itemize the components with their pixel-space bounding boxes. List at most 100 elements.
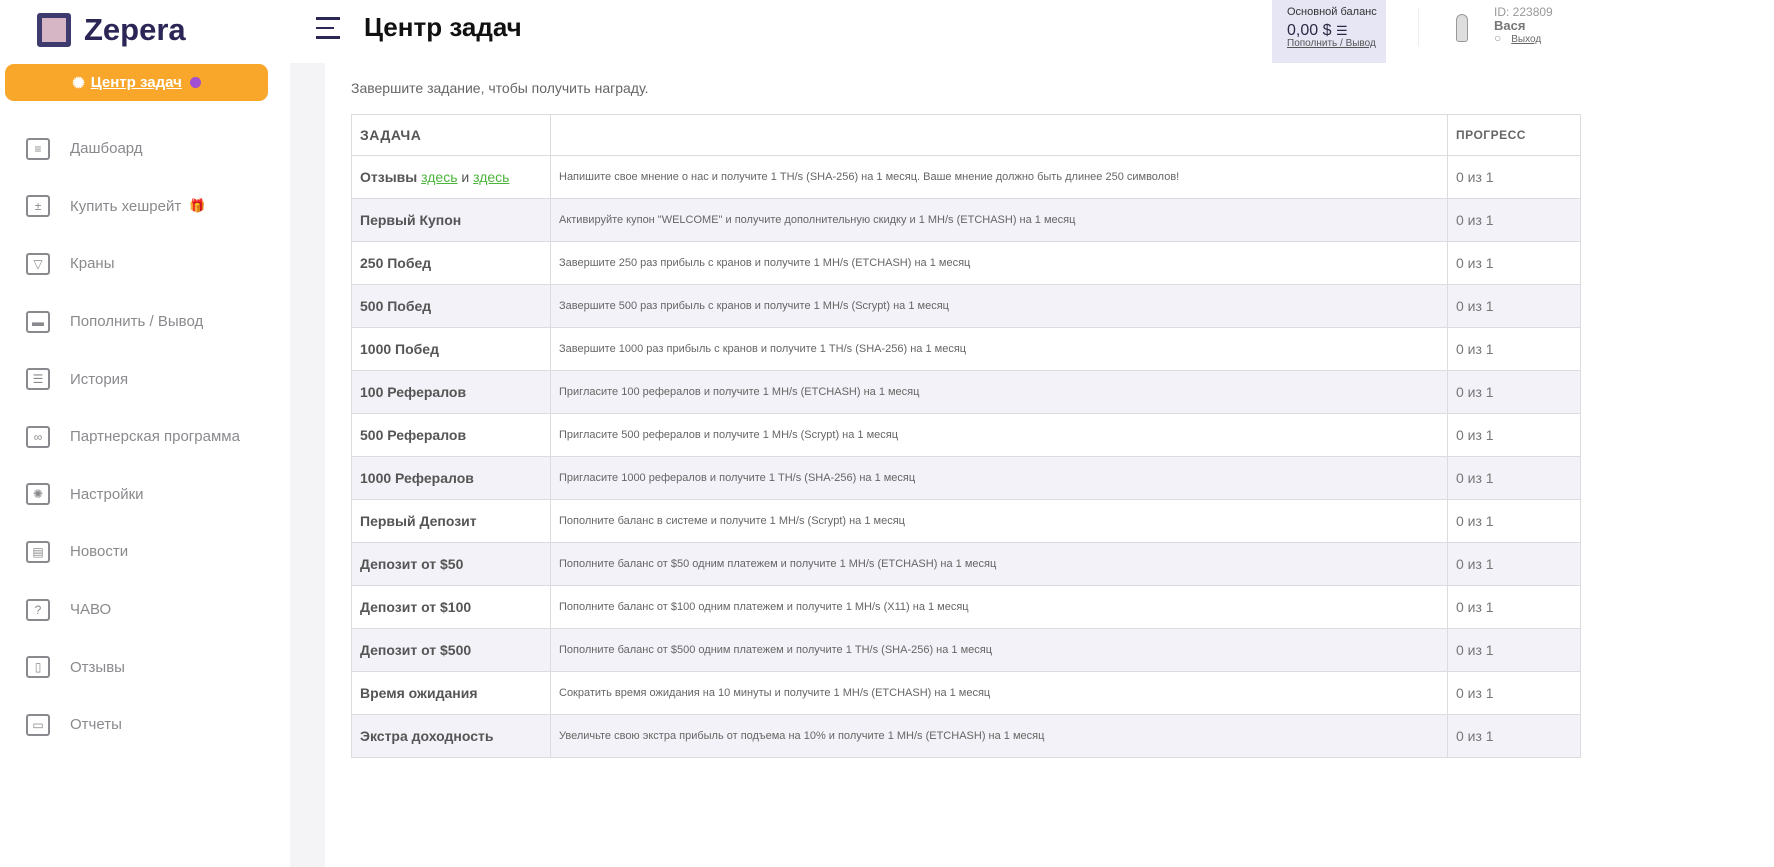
sidebar-item-label: Настройки	[70, 485, 144, 503]
task-progress: 0 из 1	[1447, 370, 1581, 414]
task-description: Завершите 500 раз прибыль с кранов и пол…	[550, 284, 1448, 328]
list-icon: ☰	[26, 368, 50, 391]
page-title: Центр задач	[364, 12, 522, 42]
logout-link[interactable]: Выход	[1511, 34, 1541, 45]
task-title: Время ожидания	[351, 671, 551, 715]
hint-text: Завершите задание, чтобы получить наград…	[351, 80, 649, 96]
review-link-1[interactable]: здесь	[421, 169, 457, 185]
avatar[interactable]	[1456, 14, 1468, 42]
sidebar-item-dashboard[interactable]: ≡ Дашбоард	[0, 120, 290, 178]
table-row: 500 Побед Завершите 500 раз прибыль с кра…	[351, 284, 1581, 328]
col-desc	[550, 114, 1448, 156]
funnel-icon: ▽	[26, 252, 50, 275]
task-progress: 0 из 1	[1447, 714, 1581, 758]
table-row: 250 Побед Завершите 250 раз прибыль с кра…	[351, 241, 1581, 285]
task-description: Пополните баланс от $50 одним платежем и…	[550, 542, 1448, 586]
balance-label: Основной баланс	[1287, 6, 1377, 18]
user-info: ID: 223809 Вася ○ Выход	[1494, 6, 1553, 46]
table-row: Первый Депозит Пополните баланс в системе…	[351, 499, 1581, 543]
monitor-icon: ▭	[26, 713, 50, 736]
sidebar-item-list[interactable]: ☰ История	[0, 350, 290, 408]
review-link-2[interactable]: здесь	[473, 169, 509, 185]
task-title: 100 Рефералов	[351, 370, 551, 414]
header: Центр задач Основной баланс 0,00 $ ☰ Поп…	[290, 0, 1774, 64]
sidebar-item-label: Краны	[70, 255, 115, 273]
sidebar-item-card[interactable]: ▬ Пополнить / Вывод	[0, 293, 290, 351]
task-title: 1000 Побед	[351, 327, 551, 371]
sidebar-item-label: Новости	[70, 543, 129, 561]
chip-logo-icon	[32, 5, 82, 55]
task-title: 500 Побед	[351, 284, 551, 328]
sidebar-item-label: Отзывы	[70, 658, 125, 676]
sidebar-item-label: Пополнить / Вывод	[70, 313, 204, 331]
task-title: Депозит от $500	[351, 628, 551, 672]
balance-amount: 0,00 $	[1287, 22, 1332, 39]
task-progress: 0 из 1	[1447, 241, 1581, 285]
task-center-label: Центр задач	[90, 74, 182, 91]
task-description: Сократить время ожидания на 10 минуты и …	[550, 671, 1448, 715]
table-row: Депозит от $500 Пополните баланс от $500 …	[351, 628, 1581, 672]
list-icon[interactable]: ☰	[1336, 23, 1348, 38]
task-progress: 0 из 1	[1447, 456, 1581, 500]
power-icon: ○	[1494, 31, 1502, 45]
task-title: Депозит от $100	[351, 585, 551, 629]
link-icon: ∞	[26, 425, 50, 448]
sidebar-item-link[interactable]: ∞ Партнерская программа	[0, 408, 290, 466]
task-progress: 0 из 1	[1447, 198, 1581, 242]
sidebar-nav: ≡ Дашбоард ± Купить хешрейт 🎁 ▽ Краны ▬ Пополнит…	[0, 120, 290, 754]
gift-icon: 🎁	[189, 198, 206, 214]
task-progress: 0 из 1	[1447, 671, 1581, 715]
task-progress: 0 из 1	[1447, 155, 1581, 199]
task-description: Пригласите 500 рефералов и получите 1 MH…	[550, 413, 1448, 457]
calculator-icon: ±	[26, 195, 50, 218]
task-description: Пригласите 100 рефералов и получите 1 MH…	[550, 370, 1448, 414]
task-progress: 0 из 1	[1447, 628, 1581, 672]
sidebar-item-question[interactable]: ? ЧАВО	[0, 581, 290, 639]
table-row: Депозит от $100 Пополните баланс от $100 …	[351, 585, 1581, 629]
col-progress: ПРОГРЕСС	[1447, 114, 1581, 156]
table-row: Первый Купон Активируйте купон "WELCOME" …	[351, 198, 1581, 242]
task-description: Активируйте купон "WELCOME" и получите д…	[550, 198, 1448, 242]
deposit-withdraw-link[interactable]: Пополнить / Вывод	[1287, 38, 1386, 49]
sidebar-item-monitor[interactable]: ▭ Отчеты	[0, 696, 290, 754]
task-title: Первый Депозит	[351, 499, 551, 543]
menu-icon[interactable]	[316, 17, 340, 46]
tasks-table: ЗАДАЧА ПРОГРЕСС Отзывы здесь и здесь Нап…	[351, 114, 1581, 758]
lightbulb-icon: ✺	[72, 74, 85, 92]
task-title: Депозит от $50	[351, 542, 551, 586]
task-progress: 0 из 1	[1447, 499, 1581, 543]
table-row: Экстра доходность Увеличьте свою экстра п…	[351, 714, 1581, 758]
sidebar-item-gear[interactable]: ✺ Настройки	[0, 466, 290, 524]
brand-name: Zepera	[84, 12, 186, 47]
sidebar: Zepera ✺ Центр задач ≡ Дашбоард ± Купить хе…	[0, 0, 290, 867]
task-title: 1000 Рефералов	[351, 456, 551, 500]
task-progress: 0 из 1	[1447, 284, 1581, 328]
sidebar-item-label: История	[70, 370, 129, 388]
sidebar-item-calculator[interactable]: ± Купить хешрейт 🎁	[0, 178, 290, 236]
task-title: 250 Побед	[351, 241, 551, 285]
sidebar-item-label: Отчеты	[70, 716, 122, 734]
table-row: Отзывы здесь и здесь Напишите свое мнени…	[351, 155, 1581, 199]
task-title: Экстра доходность	[351, 714, 551, 758]
logo[interactable]: Zepera	[32, 5, 186, 55]
sidebar-item-news[interactable]: ▤ Новости	[0, 523, 290, 581]
sidebar-item-label: ЧАВО	[70, 601, 112, 619]
sidebar-item-label: Дашбоард	[70, 140, 143, 158]
task-progress: 0 из 1	[1447, 585, 1581, 629]
task-description: Пополните баланс в системе и получите 1 …	[550, 499, 1448, 543]
task-center-button[interactable]: ✺ Центр задач	[5, 64, 268, 101]
task-description: Пополните баланс от $500 одним платежем …	[550, 628, 1448, 672]
sidebar-item-reviews[interactable]: ▯ Отзывы	[0, 638, 290, 696]
task-progress: 0 из 1	[1447, 542, 1581, 586]
col-task: ЗАДАЧА	[351, 114, 551, 156]
task-title: Первый Купон	[351, 198, 551, 242]
balance-panel: Основной баланс 0,00 $ ☰ Пополнить / Выв…	[1272, 0, 1386, 64]
news-icon: ▤	[26, 540, 50, 563]
task-description: Завершите 1000 раз прибыль с кранов и по…	[550, 327, 1448, 371]
table-row: 1000 Побед Завершите 1000 раз прибыль с к…	[351, 327, 1581, 371]
sidebar-item-funnel[interactable]: ▽ Краны	[0, 235, 290, 293]
table-row: Время ожидания Сократить время ожидания н…	[351, 671, 1581, 715]
table-row: 1000 Рефералов Пригласите 1000 рефералов …	[351, 456, 1581, 500]
sidebar-item-label: Партнерская программа	[70, 428, 240, 446]
question-icon: ?	[26, 598, 50, 621]
